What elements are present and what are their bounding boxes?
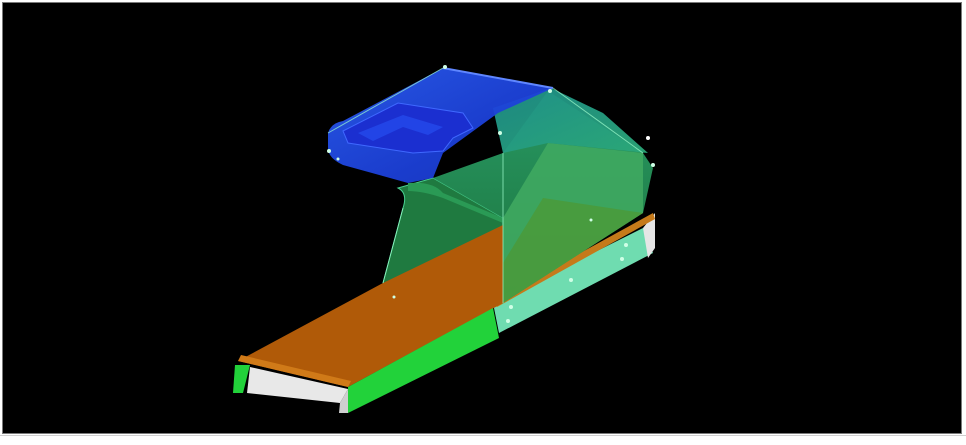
status-bar	[0, 435, 966, 445]
left-green-flange	[233, 365, 250, 393]
cad-application-window	[0, 0, 966, 445]
3d-model-viewport[interactable]	[2, 2, 962, 434]
model-render	[233, 65, 655, 413]
base-orange-plate	[238, 225, 503, 387]
